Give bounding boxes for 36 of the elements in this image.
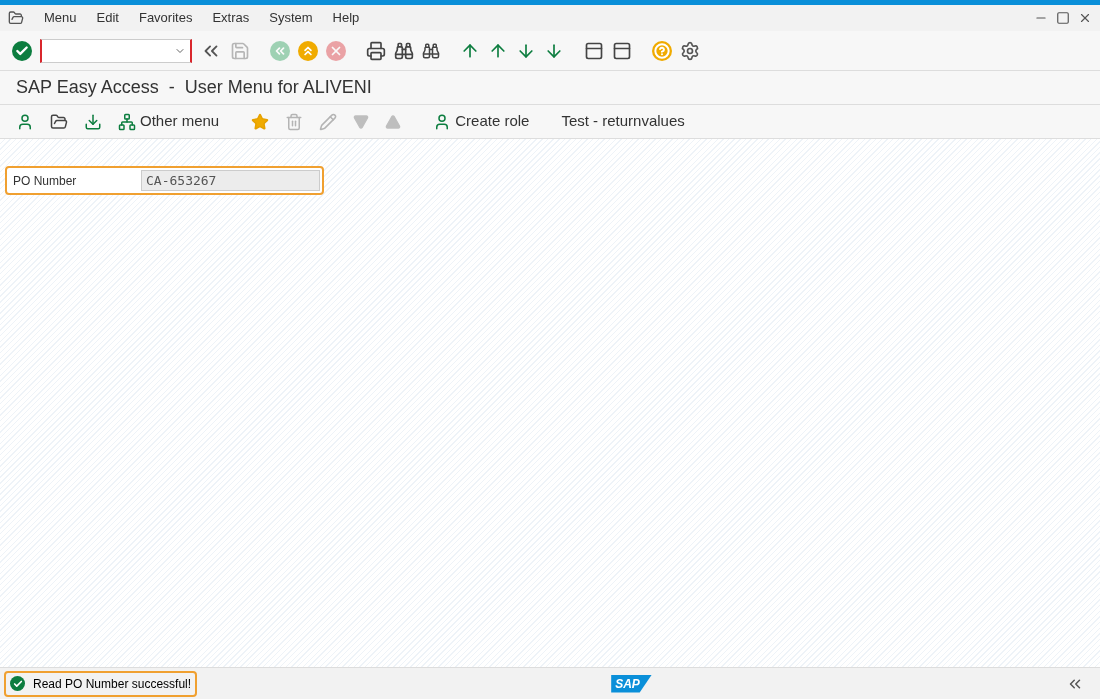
user-icon: [16, 112, 34, 131]
folder-icon: [50, 112, 68, 131]
menu-folder-icon: [8, 10, 24, 26]
menu-item[interactable]: System: [269, 8, 313, 28]
po-number-field[interactable]: CA-653267: [141, 170, 320, 191]
star-icon: [251, 112, 270, 131]
toolbar-button[interactable]: Other menu: [118, 110, 220, 133]
sap-logo: SAP: [611, 674, 652, 693]
success-icon: [10, 676, 25, 691]
close-icon[interactable]: [1078, 11, 1092, 25]
triangle-up-icon: [385, 113, 402, 130]
download-icon: [84, 112, 102, 131]
status-text: Read PO Number successful!: [33, 675, 192, 693]
menu-item[interactable]: Edit: [96, 8, 119, 28]
enter-icon[interactable]: [12, 40, 32, 61]
import-button[interactable]: [84, 112, 102, 131]
window-icon[interactable]: [612, 40, 632, 61]
sap-menu-button[interactable]: [50, 112, 68, 131]
pencil-icon: [319, 112, 338, 131]
toolbar-button[interactable]: Create role: [433, 110, 530, 133]
menu-item[interactable]: Menu: [44, 8, 77, 28]
toolbar-button[interactable]: Test - returnvalues: [561, 110, 685, 133]
printer-icon[interactable]: [366, 40, 386, 61]
menu-item[interactable]: Extras: [212, 8, 250, 28]
screen-title: SAP Easy Access - User Menu for ALIVENI: [16, 76, 372, 99]
menu-item[interactable]: Help: [332, 8, 360, 28]
triangle-down-icon: [353, 113, 370, 130]
command-field[interactable]: [40, 38, 192, 63]
settings-icon[interactable]: [680, 40, 700, 61]
user-menu-button[interactable]: [16, 112, 34, 131]
field-label: PO Number: [12, 172, 78, 190]
menu-item[interactable]: Favorites: [138, 8, 193, 28]
binoculars-icon[interactable]: [394, 40, 414, 61]
trash-icon: [285, 112, 304, 131]
maximize-icon[interactable]: [1056, 11, 1070, 25]
hierarchy-icon: [118, 112, 136, 131]
